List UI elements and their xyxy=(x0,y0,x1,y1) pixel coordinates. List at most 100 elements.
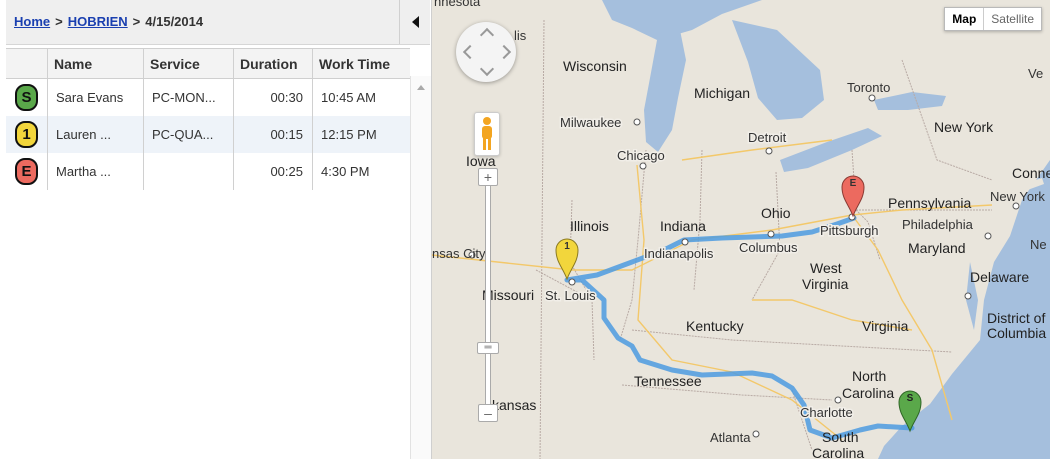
pan-right-arrow-icon[interactable] xyxy=(496,44,512,60)
collapse-panel-button[interactable] xyxy=(399,0,430,44)
breadcrumb-trail: Home > HOBRIEN >4/15/2014 xyxy=(14,14,203,29)
work-time-cell: 4:30 PM xyxy=(321,164,370,179)
caret-left-icon xyxy=(411,16,419,28)
lake-huron xyxy=(732,20,824,120)
map-label: Virginia xyxy=(862,318,909,334)
map-label: nnesota xyxy=(434,0,481,9)
marker-cell: E xyxy=(6,153,48,190)
map-label: Atlanta xyxy=(710,430,751,445)
column-header-duration[interactable]: Duration xyxy=(234,49,313,78)
table-scrollbar[interactable] xyxy=(410,76,431,459)
duration-cell: 00:25 xyxy=(234,153,313,190)
map-canvas: nnesota lis Wisconsin Michigan Toronto V… xyxy=(432,0,1050,459)
table-row[interactable]: 1 Lauren ... PC-QUA... 00:15 12:15 PM xyxy=(6,116,410,153)
column-header-marker[interactable] xyxy=(6,49,48,78)
map-label: nsas City xyxy=(432,246,486,261)
work-time-cell: 10:45 AM xyxy=(321,90,376,105)
map-label: New York xyxy=(990,189,1045,204)
marker-start-label: S xyxy=(907,393,914,404)
marker-one-icon[interactable]: 1 xyxy=(555,238,579,281)
marker-end-label: E xyxy=(850,178,857,189)
map-label: Kentucky xyxy=(686,318,744,334)
appointments-table: Name Service Duration Work Time S Sara E… xyxy=(6,48,410,190)
service-cell xyxy=(144,153,234,190)
marker-cell: 1 xyxy=(6,116,48,153)
map-label: Toronto xyxy=(847,80,890,95)
column-header-work-time[interactable]: Work Time xyxy=(313,49,410,78)
breadcrumb-separator: > xyxy=(55,14,63,29)
scroll-up-arrow-icon[interactable] xyxy=(417,85,425,90)
map-label: Philadelphia xyxy=(902,217,974,232)
lake-michigan xyxy=(644,20,686,152)
map-label: Ne xyxy=(1030,237,1047,252)
zoom-in-button[interactable]: + xyxy=(478,168,498,186)
map-label: Ohio xyxy=(761,205,791,221)
pan-down-arrow-icon[interactable] xyxy=(479,61,495,77)
pan-up-arrow-icon[interactable] xyxy=(479,27,495,43)
table-row[interactable]: S Sara Evans PC-MON... 00:30 10:45 AM xyxy=(6,79,410,116)
map-label: District of xyxy=(987,310,1045,326)
pan-left-arrow-icon[interactable] xyxy=(462,44,478,60)
table-row[interactable]: E Martha ... 00:25 4:30 PM xyxy=(6,153,410,190)
column-header-name[interactable]: Name xyxy=(48,49,144,78)
map-label: Carolina xyxy=(812,445,864,459)
name-cell: Lauren ... xyxy=(48,116,144,153)
start-badge-icon: S xyxy=(15,84,38,111)
map-label: Conne xyxy=(1012,165,1050,181)
work-time-cell: 12:15 PM xyxy=(321,127,377,142)
breadcrumb-user-link[interactable]: HOBRIEN xyxy=(68,14,128,29)
map-label: Ve xyxy=(1028,66,1043,81)
zoom-slider-track[interactable] xyxy=(485,186,491,404)
map-label: Wisconsin xyxy=(563,58,627,74)
map-label: St. Louis xyxy=(545,288,596,303)
duration-cell: 00:30 xyxy=(234,79,313,116)
breadcrumb: Home > HOBRIEN >4/15/2014 xyxy=(6,0,430,45)
pan-control[interactable] xyxy=(456,22,516,82)
name-cell: Martha ... xyxy=(48,153,144,190)
map-label: Virginia xyxy=(802,276,849,292)
map-label: Tennessee xyxy=(634,373,702,389)
breadcrumb-date: 4/15/2014 xyxy=(145,14,204,29)
lake-erie xyxy=(780,128,882,172)
route-map[interactable]: nnesota lis Wisconsin Michigan Toronto V… xyxy=(432,0,1050,459)
map-label: lis xyxy=(514,28,527,43)
map-label: Columbus xyxy=(739,240,798,255)
service-cell: PC-MON... xyxy=(144,79,234,116)
zoom-out-button[interactable]: – xyxy=(478,404,498,422)
map-label: Illinois xyxy=(570,218,609,234)
map-type-satellite-button[interactable]: Satellite xyxy=(984,8,1041,30)
map-label: South xyxy=(822,429,859,445)
map-label: Pittsburgh xyxy=(820,223,879,238)
map-label: Pennsylvania xyxy=(888,195,971,211)
map-label: New York xyxy=(934,119,994,135)
marker-one-label: 1 xyxy=(564,241,570,252)
map-label: Maryland xyxy=(908,240,966,256)
street-view-pegman[interactable] xyxy=(474,112,500,156)
map-label: Delaware xyxy=(970,269,1029,285)
service-cell: PC-QUA... xyxy=(144,116,234,153)
stop-one-badge-icon: 1 xyxy=(15,121,38,148)
map-label: West xyxy=(810,260,842,276)
city-dots xyxy=(468,94,1020,438)
map-label: Detroit xyxy=(748,130,787,145)
map-label: Chicago xyxy=(617,148,665,163)
duration-cell: 00:15 xyxy=(234,116,313,153)
breadcrumb-separator: > xyxy=(132,14,141,29)
end-badge-icon: E xyxy=(15,158,38,185)
marker-cell: S xyxy=(6,79,48,116)
table-header: Name Service Duration Work Time xyxy=(6,48,410,79)
map-label: Milwaukee xyxy=(560,115,621,130)
map-label: Columbia xyxy=(987,325,1046,341)
map-label: Carolina xyxy=(842,385,894,401)
pegman-icon xyxy=(482,117,492,150)
name-cell: Sara Evans xyxy=(48,79,144,116)
map-label: North xyxy=(852,368,886,384)
appointments-panel: Home > HOBRIEN >4/15/2014 Name Service Dura… xyxy=(0,0,432,459)
map-label: Indiana xyxy=(660,218,706,234)
map-label: kansas xyxy=(492,397,536,413)
map-type-map-button[interactable]: Map xyxy=(945,8,985,30)
column-header-service[interactable]: Service xyxy=(144,49,234,78)
breadcrumb-home-link[interactable]: Home xyxy=(14,14,50,29)
zoom-slider-handle[interactable]: ═ xyxy=(477,342,499,354)
map-label: Indianapolis xyxy=(644,246,714,261)
